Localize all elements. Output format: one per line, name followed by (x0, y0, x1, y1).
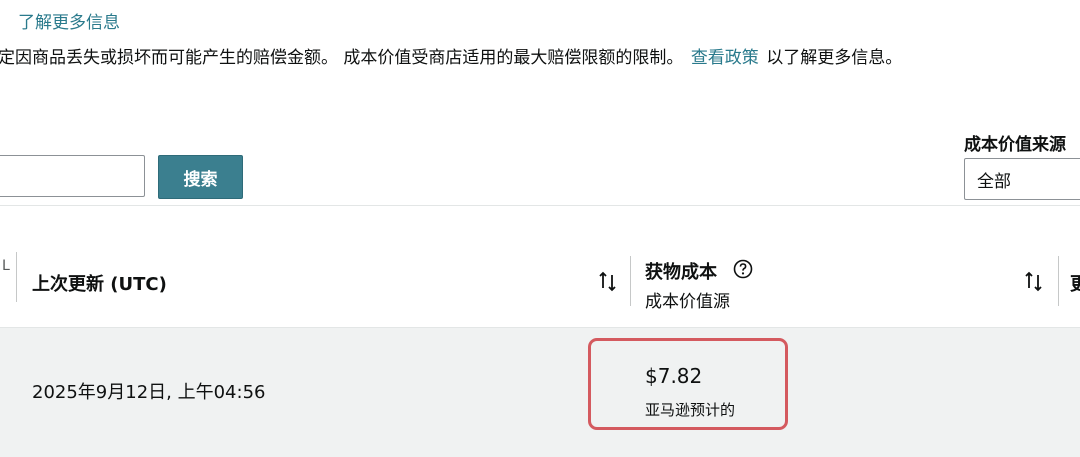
column-subheader-cost-source: 成本价值源 (645, 292, 730, 312)
column-divider (630, 256, 631, 306)
search-input[interactable] (0, 155, 145, 197)
previous-column-edge: L (2, 258, 10, 274)
cost-source-filter-label: 成本价值来源 (964, 135, 1066, 155)
description-text: 定因商品丢失或损坏而可能产生的赔偿金额。 成本价值受商店适用的最大赔偿限额的限制… (0, 43, 902, 68)
cost-source-select[interactable]: 全部 (964, 158, 1080, 200)
column-header-last-updated[interactable]: 上次更新 (UTC) (32, 270, 167, 296)
search-button[interactable]: 搜索 (158, 155, 243, 199)
view-policy-link[interactable]: 查看政策 (691, 48, 759, 68)
column-header-cost[interactable]: 获物成本 (645, 258, 717, 284)
sort-icon[interactable] (1024, 271, 1044, 293)
sort-icon[interactable] (598, 271, 618, 293)
description-after: 以了解更多信息。 (766, 48, 903, 68)
description-before: 定因商品丢失或损坏而可能产生的赔偿金额。 成本价值受商店适用的最大赔偿限额的限制… (0, 48, 684, 68)
section-divider (0, 205, 1080, 206)
help-icon[interactable] (733, 259, 753, 279)
row-cost-source: 亚马逊预计的 (645, 401, 736, 419)
row-last-updated: 2025年9月12日, 上午04:56 (32, 382, 266, 403)
learn-more-link[interactable]: 了解更多信息 (18, 8, 120, 33)
column-divider (16, 252, 17, 302)
next-column-header-edge: 更 (1070, 274, 1080, 295)
row-cost-value: $7.82 (645, 364, 703, 388)
column-divider (1058, 256, 1059, 306)
